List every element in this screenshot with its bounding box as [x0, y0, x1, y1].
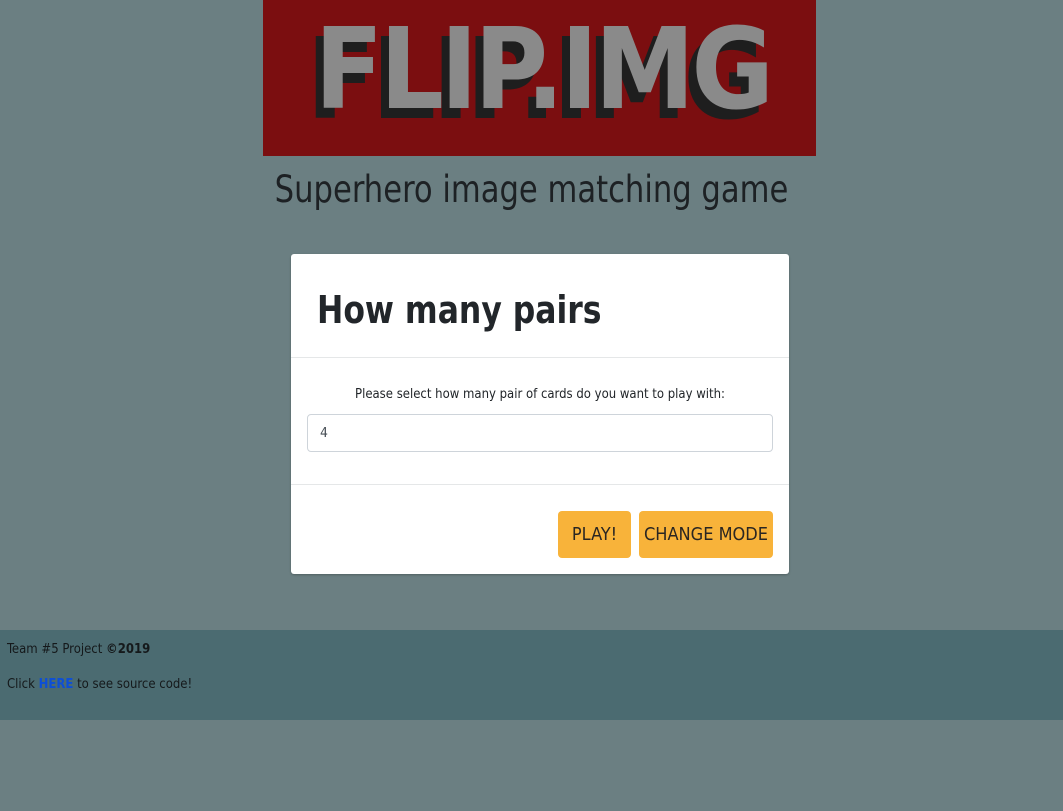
- logo-text: FLIP.IMG: [314, 5, 774, 135]
- team-text: Team #5 Project: [7, 642, 103, 657]
- modal-footer: PLAY! CHANGE MODE: [291, 484, 789, 574]
- pairs-prompt: Please select how many pair of cards do …: [355, 387, 725, 402]
- modal-header: How many pairs: [291, 254, 789, 358]
- footer-credits: Team #5 Project ©2019: [7, 642, 150, 657]
- play-button[interactable]: PLAY!: [558, 511, 631, 558]
- page-subtitle: Superhero image matching game: [274, 168, 789, 211]
- modal-body: Please select how many pair of cards do …: [291, 359, 789, 484]
- modal-title: How many pairs: [317, 288, 602, 332]
- pairs-input[interactable]: [307, 414, 773, 452]
- source-code-link[interactable]: HERE: [39, 677, 74, 692]
- change-mode-button[interactable]: CHANGE MODE: [639, 511, 773, 558]
- logo: FLIP.IMG FLIP.IMG: [263, 0, 816, 156]
- pairs-modal: How many pairs Please select how many pa…: [291, 254, 789, 574]
- page: FLIP.IMG FLIP.IMG Superhero image matchi…: [0, 0, 1063, 811]
- source-code-text: to see source code!: [77, 677, 193, 692]
- copyright-text: ©2019: [106, 642, 151, 657]
- footer-source-line: Click HERE to see source code!: [7, 677, 192, 692]
- click-text: Click: [7, 677, 35, 692]
- footer: Team #5 Project ©2019 Click HERE to see …: [0, 630, 1063, 720]
